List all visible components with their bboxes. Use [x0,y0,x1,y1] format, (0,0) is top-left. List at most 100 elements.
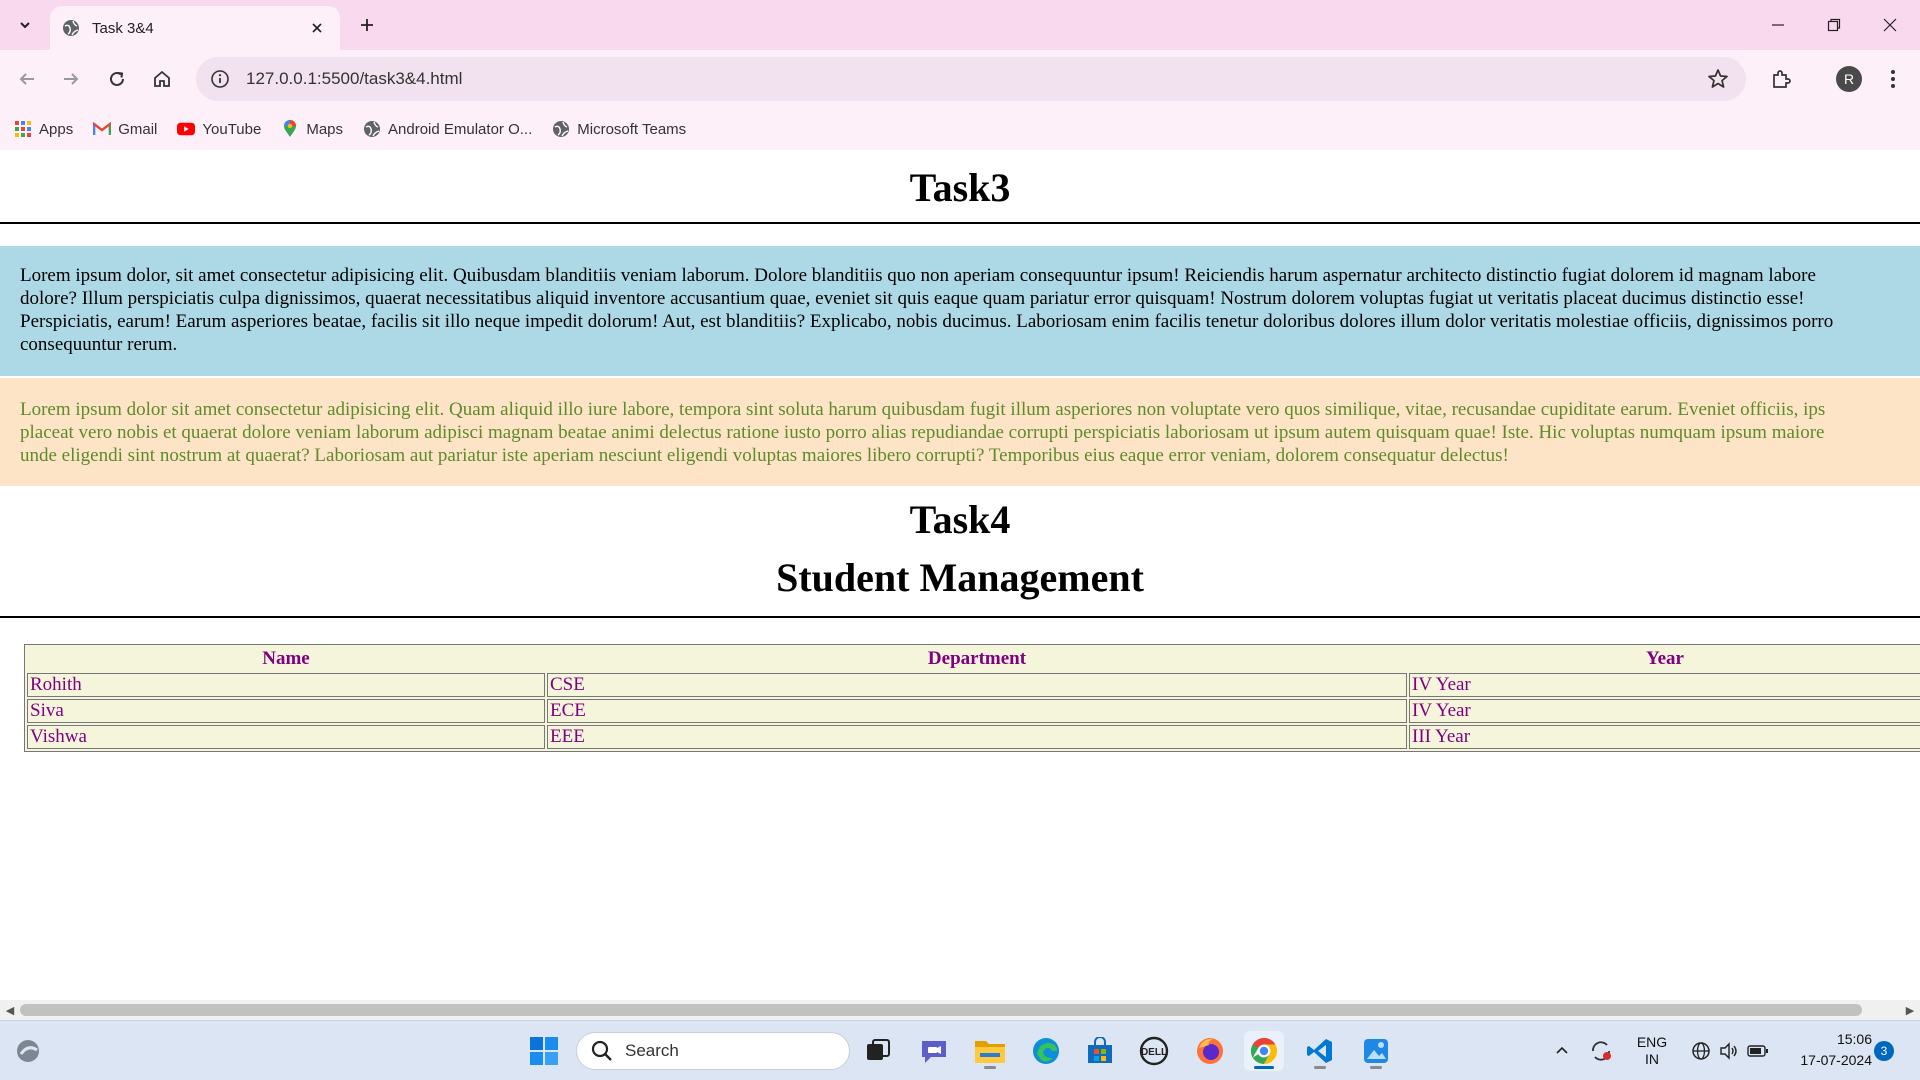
search-placeholder: Search [625,1041,679,1060]
store-icon [1088,1037,1112,1063]
start-button[interactable] [524,1031,564,1071]
table-row: Vishwa EEE III Year [27,725,1920,749]
tab-title: Task 3&4 [92,19,154,37]
volume-icon [1720,1042,1737,1060]
home-icon [154,70,170,87]
restore-icon [1827,18,1841,32]
reload-button[interactable] [100,62,134,96]
back-arrow-icon [19,73,34,85]
widgets-button[interactable] [8,1031,48,1071]
apps-grid-icon [14,120,32,138]
puzzle-icon [1773,70,1791,88]
active-tab[interactable]: Task 3&4 [50,6,340,50]
address-bar[interactable]: 127.0.0.1:5500/task3&4.html [196,57,1746,101]
scroll-right-arrow-icon[interactable]: ▶ [1903,1003,1917,1017]
cell-department: ECE [547,699,1407,723]
paragraph-line: Perspiciatis, earum! Earum asperiores be… [20,311,1834,332]
photos-icon [1364,1039,1388,1063]
bookmark-label: YouTube [202,120,262,138]
bookmark-star-icon[interactable] [1706,67,1730,91]
extensions-button[interactable] [1764,62,1798,96]
youtube-icon [177,120,196,138]
network-globe-icon [1692,1042,1710,1060]
globe-icon [552,120,570,138]
cell-year: IV Year [1409,673,1920,697]
file-explorer-app[interactable] [970,1031,1010,1071]
chrome-app[interactable] [1244,1031,1284,1071]
dell-app[interactable]: DELL [1134,1031,1174,1071]
task4-heading: Task4 [909,497,1011,542]
vscode-icon [1307,1039,1332,1063]
cell-name: Siva [27,699,545,723]
minimize-button[interactable] [1750,0,1806,50]
region-code: IN [1645,1051,1659,1067]
globe-icon [63,20,79,36]
close-window-button[interactable] [1862,0,1918,50]
tab-search-button[interactable] [8,10,42,40]
clock[interactable]: 15:06 17-07-2024 [1776,1029,1872,1071]
horizontal-rule [0,616,1920,618]
paragraph-blue: Lorem ipsum dolor, sit amet consectetur … [0,246,1920,376]
more-vert-icon [1891,70,1895,88]
restore-button[interactable] [1806,0,1862,50]
horizontal-scrollbar[interactable]: ◀ ▶ [0,1000,1920,1020]
bookmark-label: Apps [39,120,74,138]
home-button[interactable] [145,62,179,96]
paragraph-line: consequuntur rerum. [20,334,178,355]
chat-app[interactable] [914,1031,954,1071]
bookmark-android-emulator[interactable]: Android Emulator O... [363,120,532,138]
language-indicator[interactable]: ENG IN [1630,1021,1674,1080]
bookmark-microsoft-teams[interactable]: Microsoft Teams [552,120,686,138]
paragraph-line: Lorem ipsum dolor, sit amet consectetur … [20,265,1816,286]
bookmark-maps[interactable]: Maps [281,120,343,138]
task-view-icon [867,1039,890,1060]
notification-badge[interactable]: 3 [1874,1041,1894,1061]
scrollbar-thumb[interactable] [20,1004,1862,1016]
bookmarks-bar: Apps Gmail YouTube Maps Android Emulator… [0,108,1920,150]
active-indicator [1254,1066,1274,1069]
photos-app[interactable] [1356,1031,1396,1071]
student-management-heading: Student Management [776,555,1144,600]
bookmark-gmail[interactable]: Gmail [93,120,157,138]
minimize-icon [1772,24,1784,26]
microsoft-store-app[interactable] [1080,1031,1120,1071]
sync-status-button[interactable] [1586,1021,1616,1080]
chrome-icon [1250,1037,1278,1065]
page-viewport: Task3 Lorem ipsum dolor, sit amet consec… [0,150,1920,1000]
gmail-icon [93,120,112,138]
tab-strip: Task 3&4 [0,0,1920,50]
language-code: ENG [1636,1034,1668,1050]
chevron-down-icon [20,22,30,29]
column-header-year: Year [1646,648,1684,669]
bookmark-apps[interactable]: Apps [14,120,73,138]
bookmark-label: Maps [306,120,344,138]
cell-department: EEE [547,725,1407,749]
vscode-app[interactable] [1300,1031,1340,1071]
profile-avatar[interactable]: R [1836,66,1862,92]
task-view-button[interactable] [858,1031,898,1071]
weather-widget-icon [17,1040,39,1062]
new-tab-button[interactable] [352,10,382,40]
running-indicator [1370,1066,1382,1069]
edge-app[interactable] [1026,1031,1066,1071]
search-icon [591,1040,612,1061]
reload-icon [110,71,124,86]
clock-date: 17-07-2024 [1800,1052,1872,1068]
battery-icon [1747,1045,1768,1057]
forward-button[interactable] [54,62,88,96]
scroll-left-arrow-icon[interactable]: ◀ [3,1003,17,1017]
close-icon [1883,18,1897,32]
bookmark-youtube[interactable]: YouTube [177,120,261,138]
close-tab-icon[interactable] [306,17,328,39]
firefox-app[interactable] [1190,1031,1230,1071]
cell-year: IV Year [1409,699,1920,723]
sync-icon [1592,1041,1611,1061]
back-button[interactable] [10,62,44,96]
url-text[interactable]: 127.0.0.1:5500/task3&4.html [246,69,462,89]
site-info-icon[interactable] [206,65,234,93]
column-header-department: Department [927,648,1027,669]
menu-button[interactable] [1876,62,1910,96]
system-status-group[interactable] [1684,1021,1776,1080]
taskbar-search[interactable]: Search [576,1032,850,1070]
show-hidden-icons-button[interactable] [1550,1021,1574,1080]
